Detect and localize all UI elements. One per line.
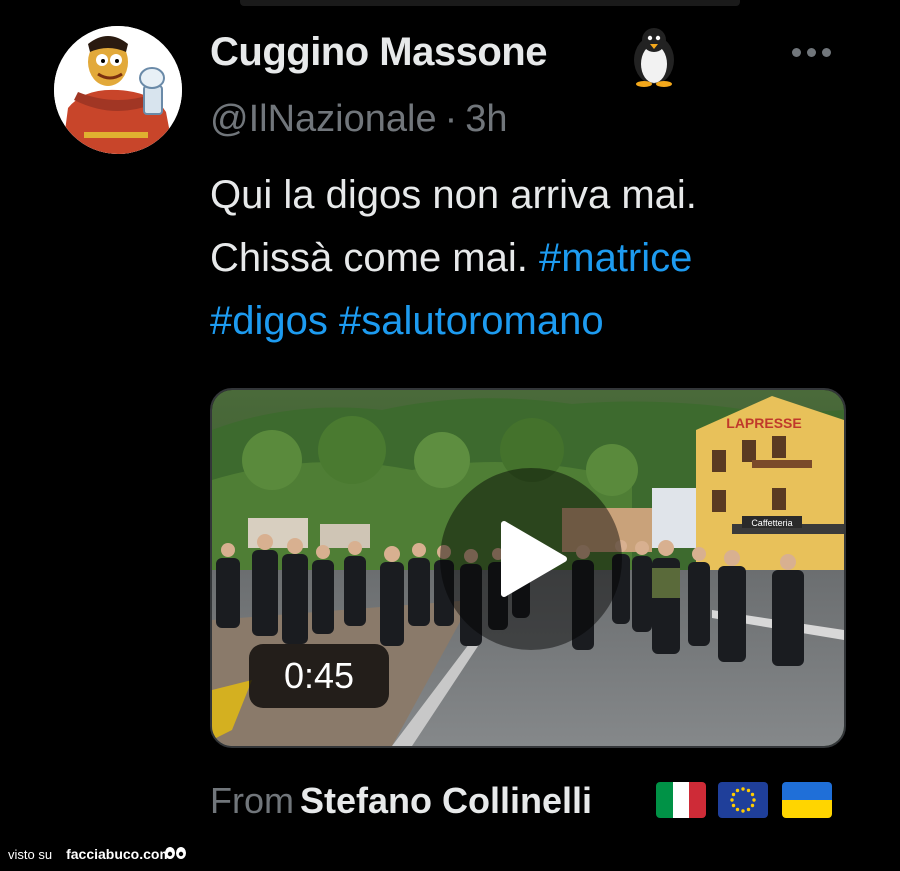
meta-separator: ·: [444, 98, 458, 140]
hashtag-digos[interactable]: #digos: [210, 299, 328, 343]
tweet-line-2-text: Chissà come mai.: [210, 236, 528, 280]
handle[interactable]: @IlNazionale: [210, 98, 437, 140]
ukraine-flag-icon: [782, 782, 832, 818]
italy-flag-icon: [656, 782, 706, 818]
tweet-text: Qui la digos non arriva mai. Chissà come…: [210, 164, 850, 353]
play-icon: [501, 521, 567, 597]
hashtag-salutoromano[interactable]: #salutoromano: [339, 299, 604, 343]
lapresse-watermark: LAPRESSE: [726, 415, 801, 431]
shop-sign-text: Caffetteria: [751, 518, 792, 528]
eyes-logo-icon: [165, 847, 186, 859]
hashtag-matrice[interactable]: #matrice: [539, 236, 692, 280]
dot: [807, 47, 816, 57]
tweet-line-1: Qui la digos non arriva mai.: [210, 173, 697, 217]
tweet-line-2: Chissà come mai. #matrice: [210, 227, 850, 290]
display-name[interactable]: Cuggino Massone: [210, 30, 547, 75]
attribution-prefix: From: [210, 780, 294, 821]
avatar-cartoon-icon: [54, 26, 182, 154]
attribution-author[interactable]: Stefano Collinelli: [300, 780, 592, 821]
dot: [822, 47, 831, 57]
tweet-line-3: #digos #salutoromano: [210, 290, 850, 353]
video-duration: 0:45: [249, 644, 389, 708]
dot: [792, 47, 801, 57]
timestamp[interactable]: 3h: [465, 98, 507, 140]
site-watermark: visto su facciabuco.com: [8, 846, 172, 862]
attribution: From Stefano Collinelli: [210, 780, 592, 822]
watermark-label: visto su: [8, 847, 53, 862]
tweet-meta: @IlNazionale · 3h: [210, 98, 508, 141]
watermark-site: facciabuco.com: [66, 846, 172, 862]
top-edge: [240, 0, 740, 6]
eu-flag-icon: [718, 782, 768, 818]
play-button[interactable]: [440, 468, 622, 650]
penguin-icon: [626, 26, 682, 88]
more-dots-icon[interactable]: [792, 40, 842, 64]
avatar[interactable]: [54, 26, 182, 154]
